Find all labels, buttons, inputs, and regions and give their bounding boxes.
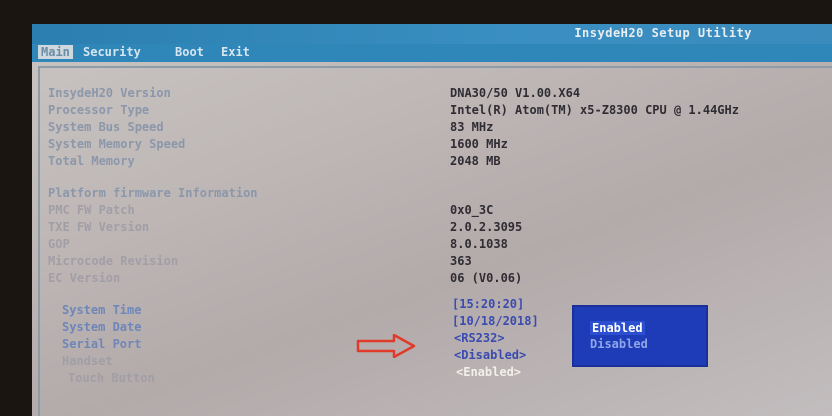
option-popup: Enabled Disabled <box>572 305 708 367</box>
info-label: System Memory Speed <box>48 137 186 151</box>
tab-security[interactable]: Security <box>80 45 144 59</box>
setting-label-handset: Handset <box>62 354 113 368</box>
tab-exit[interactable]: Exit <box>218 45 253 59</box>
tab-boot[interactable]: Boot <box>172 45 207 59</box>
info-label: Total Memory <box>48 154 135 168</box>
platform-value: 0x0_3C <box>450 203 494 217</box>
info-value: 2048 MB <box>450 154 501 168</box>
info-value: 1600 MHz <box>450 137 508 151</box>
setting-label-touch-button: Touch Button <box>68 371 155 385</box>
platform-value: 06 (V0.06) <box>450 271 523 285</box>
section-heading: Platform firmware Information <box>48 186 258 200</box>
platform-label: EC Version <box>48 271 121 285</box>
platform-label: TXE FW Version <box>48 220 150 234</box>
setting-label-system-date: System Date <box>62 320 142 334</box>
tab-main[interactable]: Main <box>38 45 73 59</box>
touch-button-select[interactable]: <Enabled> <box>456 365 521 379</box>
platform-label: GOP <box>48 237 70 251</box>
system-time-field[interactable]: [15:20:20] <box>452 297 524 311</box>
menu-bar: Main Security Boot Exit <box>32 44 832 62</box>
platform-label: Microcode Revision <box>48 254 179 268</box>
info-label: Processor Type <box>48 103 150 117</box>
info-value: DNA30/50 V1.00.X64 <box>450 86 581 100</box>
option-enabled[interactable]: Enabled <box>590 321 645 335</box>
app-title: InsydeH20 Setup Utility <box>574 26 752 40</box>
info-label: InsydeH20 Version <box>48 86 171 100</box>
platform-label: PMC FW Patch <box>48 203 135 217</box>
handset-select[interactable]: <Disabled> <box>454 348 526 362</box>
info-label: System Bus Speed <box>48 120 164 134</box>
platform-value: 8.0.1038 <box>450 237 508 251</box>
platform-value: 363 <box>450 254 472 268</box>
serial-port-select[interactable]: <RS232> <box>454 331 505 345</box>
setting-label-serial-port: Serial Port <box>62 337 142 351</box>
system-date-field[interactable]: [10/18/2018] <box>452 314 539 328</box>
arrow-right-icon <box>356 334 416 358</box>
option-disabled[interactable]: Disabled <box>590 337 648 351</box>
bios-screen: InsydeH20 Setup Utility Main Security Bo… <box>32 24 832 416</box>
title-bar: InsydeH20 Setup Utility <box>32 24 832 44</box>
info-value: 83 MHz <box>450 120 494 134</box>
info-value: Intel(R) Atom(TM) x5-Z8300 CPU @ 1.44GHz <box>450 103 739 117</box>
setting-label-system-time: System Time <box>62 303 142 317</box>
main-panel: InsydeH20 Version DNA30/50 V1.00.X64 Pro… <box>38 66 832 416</box>
platform-value: 2.0.2.3095 <box>450 220 523 234</box>
